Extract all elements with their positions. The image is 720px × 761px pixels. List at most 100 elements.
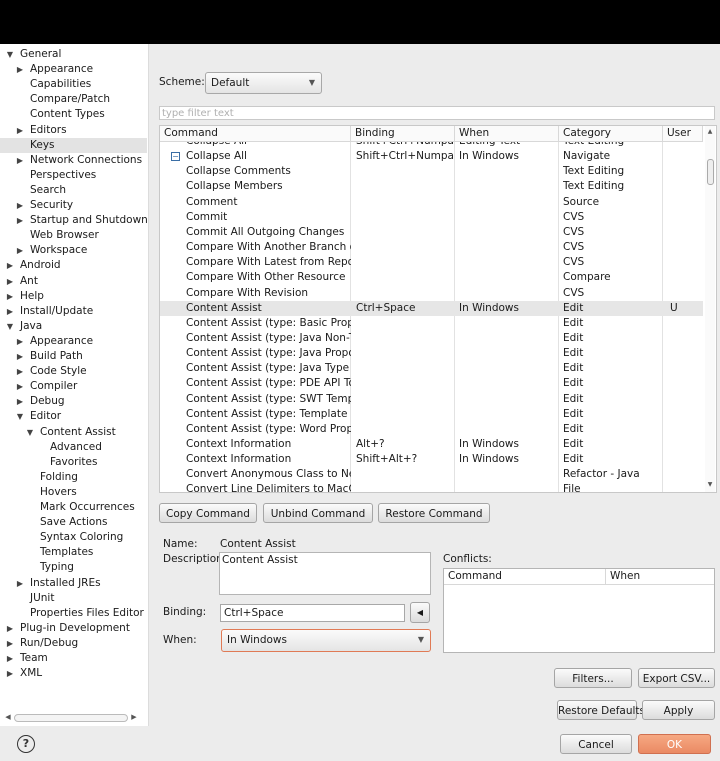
collapse-arrow-icon[interactable]: ▶ — [15, 198, 25, 213]
collapse-arrow-icon[interactable]: ▶ — [15, 62, 25, 77]
collapse-arrow-icon[interactable]: ▶ — [5, 289, 15, 304]
table-row[interactable]: Compare With Other Resource Compare — [160, 270, 703, 285]
scroll-left-icon[interactable]: ◀ — [4, 711, 12, 723]
tree-item[interactable]: ▶ Plug-in Development — [0, 621, 147, 636]
binding-field[interactable]: Ctrl+Space — [220, 604, 405, 622]
table-row[interactable]: Collapse Members Text Editing — [160, 179, 703, 194]
collapse-arrow-icon[interactable]: ▶ — [15, 394, 25, 409]
tree-item[interactable]: Mark Occurrences — [0, 500, 147, 515]
table-row[interactable]: Content Assist (type: PDE API Tools) Edit — [160, 376, 703, 391]
tree-item[interactable]: Save Actions — [0, 515, 147, 530]
tree-item[interactable]: ▶ Debug — [0, 394, 147, 409]
table-row[interactable]: Content Assist (type: Template Proposals… — [160, 407, 703, 422]
tree-item[interactable]: JUnit — [0, 591, 147, 606]
tree-item[interactable]: ▼ Editor — [0, 409, 147, 424]
table-row[interactable]: Convert Anonymous Class to Nested Refacto… — [160, 467, 703, 482]
tree-item[interactable]: ▶ Network Connections — [0, 153, 147, 168]
collapse-arrow-icon[interactable]: ▶ — [15, 349, 25, 364]
tree-item[interactable]: ▶ Editors — [0, 123, 147, 138]
restore-defaults-button[interactable]: Restore Defaults — [557, 700, 645, 720]
table-row[interactable]: Context Information Shift+Alt+? In Windows… — [160, 452, 703, 467]
scheme-combo[interactable]: Default ▼ — [205, 72, 322, 94]
conflicts-table[interactable]: Command When — [443, 568, 715, 653]
table-row[interactable]: Compare With Latest from Repository CVS — [160, 255, 703, 270]
filter-input[interactable]: type filter text — [159, 106, 715, 120]
tree-item[interactable]: Syntax Coloring — [0, 530, 147, 545]
tree-item[interactable]: Advanced — [0, 440, 147, 455]
ok-button[interactable]: OK — [638, 734, 711, 754]
tree-item[interactable]: ▼ General — [0, 47, 147, 62]
table-row[interactable]: Commit CVS — [160, 210, 703, 225]
tree-item[interactable]: ▼ Java — [0, 319, 147, 334]
tree-scroll-thumb[interactable] — [14, 714, 128, 722]
apply-button[interactable]: Apply — [642, 700, 715, 720]
collapse-arrow-icon[interactable]: ▶ — [15, 213, 25, 228]
tree-item[interactable]: Hovers — [0, 485, 147, 500]
tree-item[interactable]: ▶ Team — [0, 651, 147, 666]
tree-item[interactable]: Compare/Patch — [0, 92, 147, 107]
expand-arrow-icon[interactable]: ▼ — [5, 47, 15, 62]
table-row[interactable]: Commit All Outgoing Changes CVS — [160, 225, 703, 240]
tree-item[interactable]: Keys — [0, 137, 147, 153]
tree-item[interactable]: ▶ Appearance — [0, 334, 147, 349]
tree-item[interactable]: ▶ Code Style — [0, 364, 147, 379]
restore-command-button[interactable]: Restore Command — [378, 503, 490, 523]
help-icon[interactable]: ? — [17, 735, 35, 753]
table-row[interactable]: Content Assist (type: Java Type Proposal… — [160, 361, 703, 376]
collapse-arrow-icon[interactable]: ▶ — [5, 651, 15, 666]
tree-item[interactable]: Web Browser — [0, 228, 147, 243]
collapse-arrow-icon[interactable]: ▶ — [15, 123, 25, 138]
collapse-arrow-icon[interactable]: ▶ — [15, 364, 25, 379]
when-combo[interactable]: In Windows ▼ — [221, 629, 431, 652]
collapse-arrow-icon[interactable]: ▶ — [5, 621, 15, 636]
cancel-button[interactable]: Cancel — [560, 734, 632, 754]
collapse-arrow-icon[interactable]: ▶ — [15, 576, 25, 591]
scroll-down-icon[interactable]: ▼ — [705, 481, 715, 488]
tree-item[interactable]: ▶ Startup and Shutdown — [0, 213, 148, 228]
tree-item[interactable]: ▼ Content Assist — [0, 425, 147, 440]
column-when[interactable]: When — [455, 126, 559, 141]
copy-command-button[interactable]: Copy Command — [159, 503, 257, 523]
conflicts-column-when[interactable]: When — [606, 569, 714, 584]
tree-item[interactable]: ▶ Installed JREs — [0, 576, 147, 591]
expand-arrow-icon[interactable]: ▼ — [25, 425, 35, 440]
table-row[interactable]: Content Assist (type: Word Proposals) Edi… — [160, 422, 703, 437]
tree-item[interactable]: ▶ Security — [0, 198, 147, 213]
column-category[interactable]: Category — [559, 126, 663, 141]
collapse-arrow-icon[interactable]: ▶ — [15, 379, 25, 394]
tree-item[interactable]: Properties Files Editor — [0, 606, 147, 621]
collapse-arrow-icon[interactable]: ▶ — [5, 304, 15, 319]
tree-item[interactable]: Content Types — [0, 107, 147, 122]
expand-arrow-icon[interactable]: ▼ — [5, 319, 15, 334]
collapse-arrow-icon[interactable]: ▶ — [5, 636, 15, 651]
tree-item[interactable]: Typing — [0, 560, 147, 575]
column-binding[interactable]: Binding — [351, 126, 455, 141]
tree-item[interactable]: ▶ XML — [0, 666, 147, 681]
table-row[interactable]: Content Assist (type: Basic Proposals) Ed… — [160, 316, 703, 331]
tree-item[interactable]: ▶ Run/Debug — [0, 636, 147, 651]
binding-menu-button[interactable]: ◀ — [410, 602, 430, 623]
collapse-arrow-icon[interactable]: ▶ — [5, 258, 15, 273]
tree-item[interactable]: ▶ Compiler — [0, 379, 147, 394]
tree-item[interactable]: ▶ Workspace — [0, 243, 147, 258]
expand-arrow-icon[interactable]: ▼ — [15, 409, 25, 424]
table-row[interactable]: Content Assist Ctrl+Space In Windows Edit U — [160, 300, 703, 316]
table-row[interactable]: Content Assist (type: Java Proposals) Edi… — [160, 346, 703, 361]
tree-item[interactable]: Perspectives — [0, 168, 147, 183]
table-row[interactable]: Comment Source — [160, 195, 703, 210]
tree-item[interactable]: ▶ Ant — [0, 274, 147, 289]
description-field[interactable]: Content Assist — [219, 552, 431, 595]
table-row[interactable]: Compare With Another Branch or Version CV… — [160, 240, 703, 255]
table-row[interactable]: Content Assist (type: SWT Templates) Edit — [160, 392, 703, 407]
filters-button[interactable]: Filters... — [554, 668, 632, 688]
tree-horizontal-scrollbar[interactable]: ◀ ▶ — [4, 711, 138, 723]
column-command[interactable]: Command — [160, 126, 351, 141]
unbind-command-button[interactable]: Unbind Command — [263, 503, 373, 523]
export-csv-button[interactable]: Export CSV... — [638, 668, 715, 688]
table-scroll-thumb[interactable] — [707, 159, 714, 185]
table-vertical-scrollbar[interactable]: ▲ ▼ — [705, 126, 715, 492]
collapse-arrow-icon[interactable]: ▶ — [15, 243, 25, 258]
collapse-arrow-icon[interactable]: ▶ — [15, 334, 25, 349]
column-user[interactable]: User — [663, 126, 703, 141]
table-row[interactable]: Compare With Revision CVS — [160, 286, 703, 301]
